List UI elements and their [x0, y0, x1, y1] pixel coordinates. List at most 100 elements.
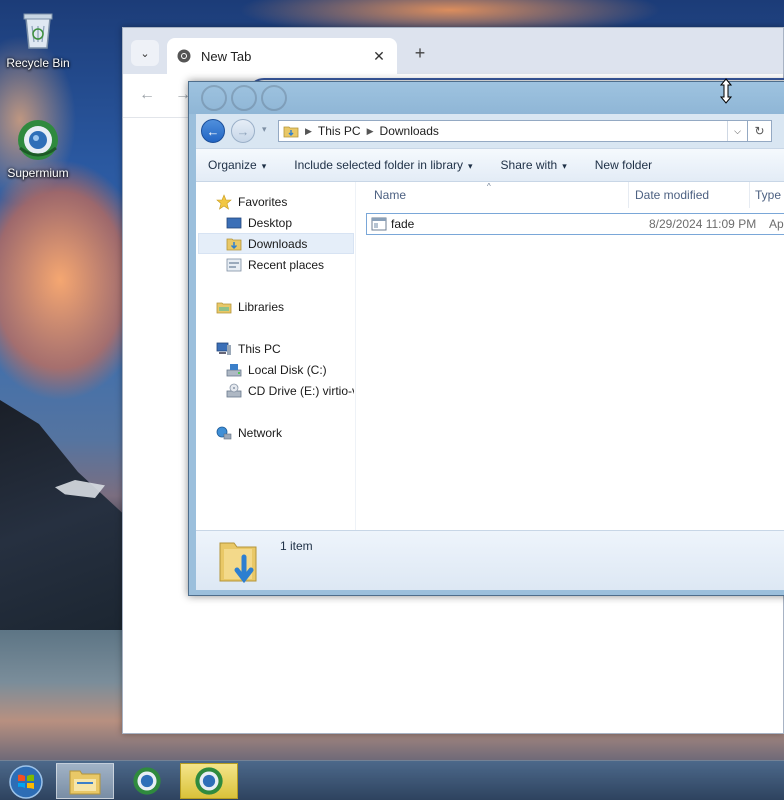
file-name: fade: [391, 217, 415, 231]
nav-label: Downloads: [248, 236, 308, 251]
recent-locations-icon[interactable]: ▾: [262, 124, 267, 135]
explorer-window: ← → ▾ ▶ This PC ▶ Downloads ⌵ ↻ Organize…: [188, 81, 784, 596]
file-explorer-icon: [69, 770, 101, 795]
nav-item-this-pc[interactable]: This PC: [216, 338, 281, 359]
browser-back-icon[interactable]: ←: [139, 86, 155, 104]
recent-places-icon: [226, 258, 242, 271]
sort-ascending-icon: ^: [487, 182, 491, 191]
breadcrumb-downloads[interactable]: Downloads: [380, 124, 439, 138]
desktop-icon-supermium[interactable]: Supermium: [0, 118, 76, 180]
nav-item-local-disk[interactable]: Local Disk (C:): [226, 359, 327, 380]
downloads-folder-icon: [283, 126, 299, 138]
column-header-name[interactable]: Name: [374, 188, 406, 202]
explorer-titlebar[interactable]: [189, 82, 784, 114]
caret-down-icon: ▾: [261, 161, 267, 171]
taskbar-explorer-button[interactable]: [56, 763, 114, 799]
explorer-back-button[interactable]: ←: [201, 119, 225, 143]
nav-item-network[interactable]: Network: [216, 422, 282, 443]
command-label: Include selected folder in library: [294, 158, 463, 172]
organize-menu[interactable]: Organize ▾: [208, 158, 266, 172]
column-headers: ^ Name Date modified Type: [364, 182, 784, 208]
network-icon: [216, 426, 232, 439]
nav-item-recent-places[interactable]: Recent places: [226, 254, 324, 275]
plus-icon: +: [414, 42, 426, 63]
breadcrumb-this-pc[interactable]: This PC: [318, 124, 361, 138]
item-count: 1 item: [280, 539, 313, 553]
nav-label: Desktop: [248, 215, 293, 230]
refresh-button[interactable]: ↻: [748, 120, 772, 142]
file-date: 8/29/2024 11:09 PM: [649, 217, 757, 231]
command-label: New folder: [594, 158, 653, 172]
resize-vertical-cursor-icon: [720, 78, 732, 104]
file-list: ^ Name Date modified Type fade 8/29/2024…: [364, 182, 784, 530]
ghost-nav-buttons: [201, 84, 287, 112]
nav-label: Favorites: [238, 194, 288, 209]
taskbar: [0, 760, 784, 800]
desktop-icon-label: Recycle Bin: [6, 56, 70, 70]
tab-close-icon[interactable]: ✕: [371, 48, 387, 65]
libraries-icon: [216, 302, 232, 313]
recycle-bin-icon: [16, 8, 60, 52]
command-label: Organize: [208, 158, 257, 172]
column-header-date[interactable]: Date modified: [635, 188, 709, 202]
chevron-down-icon: ⌵: [734, 125, 741, 136]
nav-label: This PC: [238, 341, 281, 356]
ghost-circle: [201, 85, 227, 111]
downloads-folder-icon: [226, 238, 242, 250]
nav-item-libraries[interactable]: Libraries: [216, 296, 284, 317]
ghost-circle: [261, 85, 287, 111]
share-with-menu[interactable]: Share with ▾: [501, 158, 567, 172]
supermium-browser-icon: [16, 118, 60, 162]
ghost-circle: [231, 85, 257, 111]
nav-item-downloads[interactable]: Downloads: [198, 233, 354, 254]
breadcrumb-separator-icon[interactable]: ▶: [367, 126, 374, 137]
address-bar: ← → ▾ ▶ This PC ▶ Downloads ⌵ ↻: [196, 114, 784, 148]
caret-down-icon: ▾: [468, 161, 473, 171]
nav-label: CD Drive (E:) virtio-v: [248, 383, 354, 398]
nav-item-cd-drive[interactable]: CD Drive (E:) virtio-v: [226, 380, 354, 401]
cd-drive-icon: [226, 383, 242, 397]
nav-label: Network: [238, 425, 283, 440]
explorer-body: Favorites Desktop Downloads Recent place…: [196, 182, 784, 530]
file-type: Applic: [769, 217, 784, 231]
star-icon: [216, 193, 232, 210]
breadcrumb-separator-icon[interactable]: ▶: [305, 126, 312, 137]
tab-search-button[interactable]: ⌄: [131, 40, 159, 66]
address-path-box[interactable]: ▶ This PC ▶ Downloads ⌵: [278, 120, 748, 142]
supermium-browser-icon: [195, 767, 223, 795]
command-label: Share with: [500, 158, 558, 172]
refresh-icon: ↻: [754, 124, 765, 138]
address-dropdown-button[interactable]: ⌵: [727, 121, 747, 141]
start-button-icon[interactable]: [8, 764, 44, 800]
file-row[interactable]: fade 8/29/2024 11:09 PM Applic: [366, 213, 784, 235]
navigation-pane: Favorites Desktop Downloads Recent place…: [196, 182, 356, 530]
explorer-forward-button[interactable]: →: [231, 119, 255, 143]
column-divider[interactable]: [749, 182, 750, 208]
application-file-icon: [371, 217, 387, 231]
new-folder-button[interactable]: New folder: [595, 158, 652, 172]
computer-icon: [216, 342, 231, 355]
browser-tabstrip: ⌄ New Tab ✕ +: [123, 28, 783, 74]
command-bar: Organize ▾ Include selected folder in lib…: [196, 148, 784, 182]
tab-new-tab[interactable]: New Tab ✕: [167, 38, 397, 74]
nav-label: Libraries: [238, 299, 285, 314]
desktop-icon-recycle-bin[interactable]: Recycle Bin: [0, 8, 76, 70]
downloads-folder-large-icon: [219, 542, 257, 584]
include-in-library-menu[interactable]: Include selected folder in library ▾: [294, 158, 472, 172]
chrome-favicon-icon: [177, 49, 191, 63]
tab-title: New Tab: [201, 48, 252, 64]
details-pane: 1 item: [196, 530, 784, 590]
column-header-type[interactable]: Type: [755, 188, 781, 202]
arrow-right-icon: →: [236, 123, 250, 139]
new-tab-button[interactable]: +: [409, 42, 431, 64]
column-divider[interactable]: [628, 182, 629, 208]
arrow-left-icon: ←: [206, 123, 220, 139]
wallpaper-mountain: [0, 400, 130, 640]
supermium-browser-icon: [133, 767, 161, 795]
taskbar-supermium-button[interactable]: [118, 763, 176, 799]
nav-item-favorites[interactable]: Favorites: [216, 191, 287, 212]
nav-label: Recent places: [248, 257, 325, 272]
desktop-icon: [226, 217, 242, 228]
nav-item-desktop[interactable]: Desktop: [226, 212, 292, 233]
taskbar-supermium-active-button[interactable]: [180, 763, 238, 799]
